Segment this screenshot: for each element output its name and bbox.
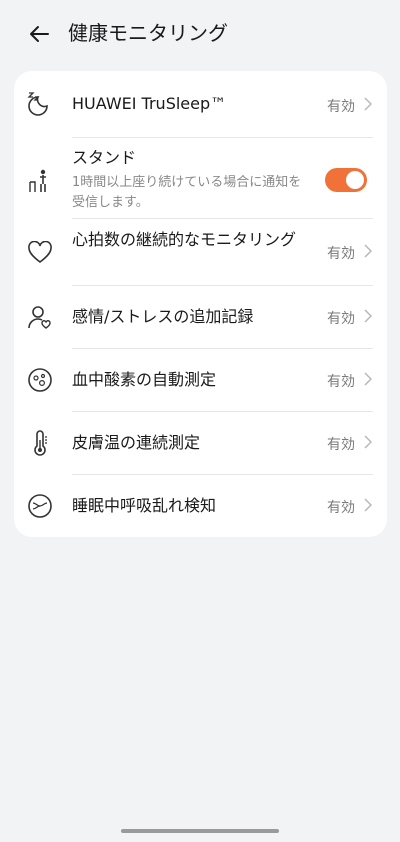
home-indicator[interactable] <box>121 829 279 833</box>
trusleep-status: 有効 <box>327 99 355 115</box>
stand-subtitle: 1時間以上座り続けている場合に通知を受信します。 <box>72 175 302 210</box>
chevron-right-icon <box>363 96 373 112</box>
stress-row[interactable]: 感情/ストレスの追加記録 有効 <box>14 286 387 348</box>
stand-toggle[interactable] <box>325 168 367 192</box>
thermometer-icon <box>26 429 54 457</box>
trusleep-label: HUAWEI TruSleep™ <box>72 94 227 113</box>
blood-oxygen-row[interactable]: 血中酸素の自動測定 有効 <box>14 349 387 411</box>
breathing-status: 有効 <box>327 500 355 516</box>
blood-oxygen-icon <box>26 366 54 394</box>
breathing-label: 睡眠中呼吸乱れ検知 <box>72 496 217 515</box>
skin-temp-row[interactable]: 皮膚温の連続測定 有効 <box>14 412 387 474</box>
breathing-icon <box>26 492 54 520</box>
sleep-moon-icon <box>26 90 54 118</box>
stress-label: 感情/ストレスの追加記録 <box>72 307 254 326</box>
page-title: 健康モニタリング <box>68 21 228 45</box>
blood-oxygen-label: 血中酸素の自動測定 <box>72 370 217 389</box>
chevron-right-icon <box>363 434 373 450</box>
back-button[interactable] <box>24 18 56 50</box>
heart-rate-label: 心拍数の継続的なモニタリング <box>72 230 297 249</box>
person-heart-icon <box>26 303 54 331</box>
skin-temp-status: 有効 <box>327 437 355 453</box>
heart-icon <box>26 239 54 267</box>
heart-rate-row[interactable]: 心拍数の継続的なモニタリング 有効 <box>14 219 387 285</box>
settings-card: HUAWEI TruSleep™ 有効 スタンド 1時間以上座り続けている場合に… <box>14 71 387 537</box>
stand-label: スタンド <box>72 148 137 167</box>
chevron-right-icon <box>363 308 373 324</box>
blood-oxygen-status: 有効 <box>327 374 355 390</box>
chevron-right-icon <box>363 371 373 387</box>
chevron-right-icon <box>363 243 373 259</box>
stress-status: 有効 <box>327 311 355 327</box>
arrow-left-icon <box>28 22 52 46</box>
heart-rate-status: 有効 <box>327 246 355 262</box>
top-bar: 健康モニタリング <box>0 0 400 66</box>
breathing-row[interactable]: 睡眠中呼吸乱れ検知 有効 <box>14 475 387 537</box>
skin-temp-label: 皮膚温の連続測定 <box>72 433 201 452</box>
trusleep-row[interactable]: HUAWEI TruSleep™ 有効 <box>14 71 387 137</box>
stand-person-icon <box>26 167 54 195</box>
chevron-right-icon <box>363 497 373 513</box>
stand-row: スタンド 1時間以上座り続けている場合に通知を受信します。 <box>14 138 387 218</box>
toggle-knob <box>346 171 364 189</box>
